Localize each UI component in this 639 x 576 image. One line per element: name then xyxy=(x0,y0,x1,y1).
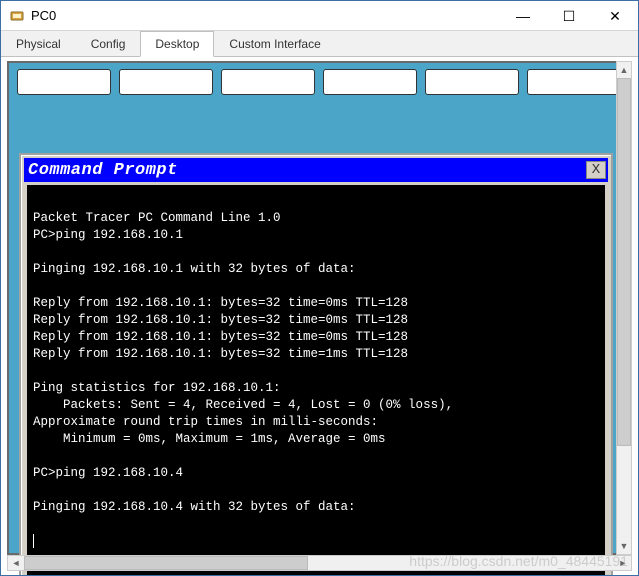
scroll-thumb[interactable] xyxy=(24,556,308,570)
command-prompt-window: Command Prompt X Packet Tracer PC Comman… xyxy=(19,153,613,575)
desktop-icons-row xyxy=(9,63,630,101)
desktop-icon[interactable] xyxy=(425,69,519,95)
scroll-track[interactable] xyxy=(24,556,615,570)
desktop-icon[interactable] xyxy=(323,69,417,95)
scroll-track[interactable] xyxy=(617,78,631,538)
scroll-up-icon[interactable]: ▲ xyxy=(617,62,631,78)
vertical-scrollbar[interactable]: ▲ ▼ xyxy=(616,61,632,555)
minimize-button[interactable]: — xyxy=(500,1,546,31)
app-icon xyxy=(9,8,25,24)
titlebar: PC0 — ☐ ✕ xyxy=(1,1,638,31)
scroll-down-icon[interactable]: ▼ xyxy=(617,538,631,554)
scroll-left-icon[interactable]: ◄ xyxy=(8,556,24,570)
app-window: PC0 — ☐ ✕ Physical Config Desktop Custom… xyxy=(0,0,639,576)
window-controls: — ☐ ✕ xyxy=(500,1,638,30)
tab-config[interactable]: Config xyxy=(76,31,141,56)
terminal-output: Packet Tracer PC Command Line 1.0 PC>pin… xyxy=(33,211,453,514)
desktop-icon[interactable] xyxy=(119,69,213,95)
horizontal-scrollbar[interactable]: ◄ ► xyxy=(7,555,632,571)
scroll-right-icon[interactable]: ► xyxy=(615,556,631,570)
command-prompt-close-button[interactable]: X xyxy=(586,161,606,179)
tab-physical[interactable]: Physical xyxy=(1,31,76,56)
scroll-thumb[interactable] xyxy=(617,78,631,446)
tabstrip: Physical Config Desktop Custom Interface xyxy=(1,31,638,57)
desktop-icon[interactable] xyxy=(17,69,111,95)
command-prompt-titlebar[interactable]: Command Prompt X xyxy=(24,158,608,182)
maximize-button[interactable]: ☐ xyxy=(546,1,592,31)
command-prompt-title: Command Prompt xyxy=(28,161,586,180)
tab-custom-interface[interactable]: Custom Interface xyxy=(214,31,335,56)
content-area: Command Prompt X Packet Tracer PC Comman… xyxy=(1,57,638,575)
tab-desktop[interactable]: Desktop xyxy=(140,31,214,57)
cursor-icon xyxy=(33,534,34,548)
close-button[interactable]: ✕ xyxy=(592,1,638,31)
window-title: PC0 xyxy=(31,8,500,23)
command-prompt-body[interactable]: Packet Tracer PC Command Line 1.0 PC>pin… xyxy=(27,185,605,575)
desktop-icon[interactable] xyxy=(221,69,315,95)
desktop-icon[interactable] xyxy=(527,69,621,95)
